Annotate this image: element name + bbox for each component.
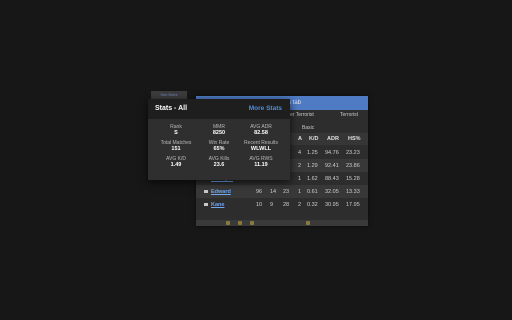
player-name-link[interactable]: Edward [211,189,231,195]
popup-title: Stats - All [155,105,188,112]
badge-icon [238,221,242,225]
table-row: Edward 96 14 23 1 0.61 32.05 13.33 [196,185,368,198]
scoreboard-footer [196,220,368,226]
flag-icon [204,190,208,193]
badge-icon [306,221,310,225]
stat-avg-rws: AVG RWS 11.19 [249,156,273,168]
badge-icon [250,221,254,225]
player-name-link[interactable]: Kane [211,202,224,208]
see-more-tab[interactable]: See More [151,91,187,99]
stats-popup: Stats - All More Stats Rank S MMR 8250 A… [148,99,290,180]
team-t-tab[interactable]: Terrorist [340,112,358,118]
badge-icon [226,221,230,225]
table-row: Kane 10 9 28 2 0.32 30.95 17.95 [196,198,368,211]
col-header-hs[interactable]: HS% [348,136,361,142]
stat-avg-adr: AVG ADR 82.58 [250,124,272,136]
flag-icon [204,203,208,206]
team-ct-tab[interactable]: er Terrorist [290,112,314,118]
stat-recent-results: Recent Results WLWLL [244,140,278,152]
popup-header: Stats - All More Stats [148,99,290,119]
more-stats-link[interactable]: More Stats [249,105,282,112]
col-header-a[interactable]: A [298,136,302,142]
col-header-kd[interactable]: K/D [309,136,318,142]
col-header-adr[interactable]: ADR [327,136,339,142]
basic-label: Basic [302,125,315,131]
